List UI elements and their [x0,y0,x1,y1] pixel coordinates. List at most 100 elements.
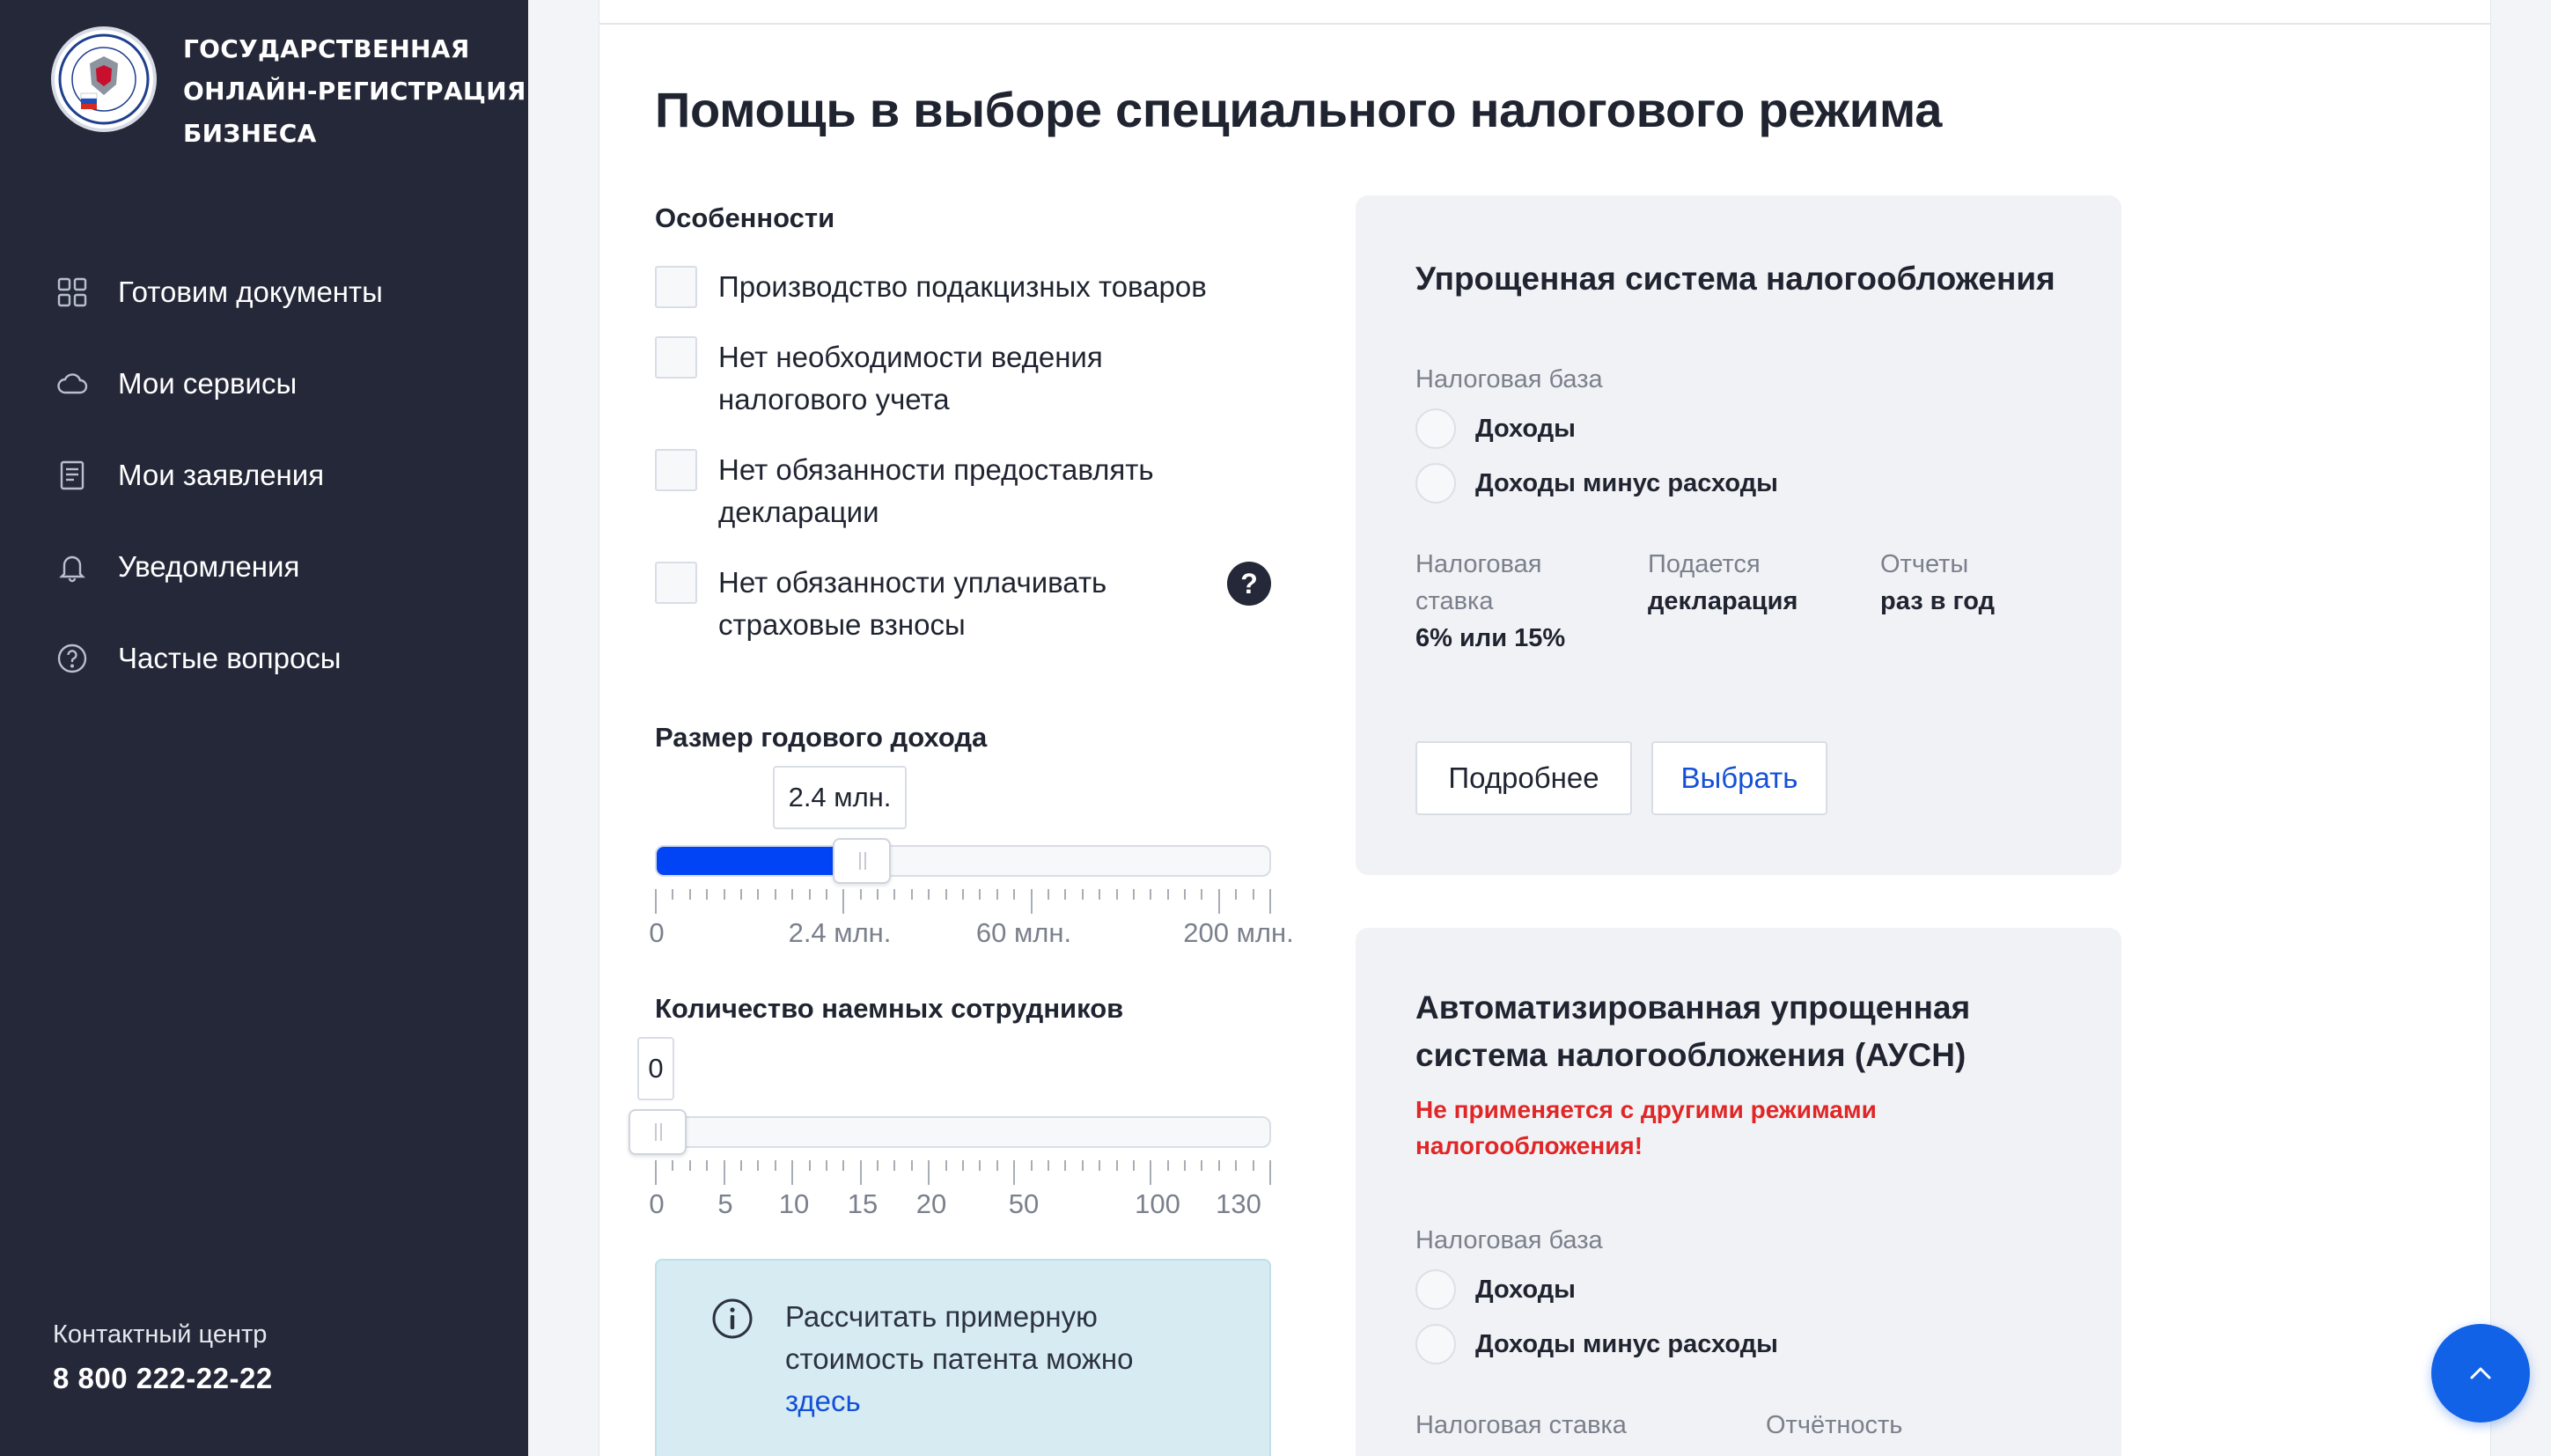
tax-base-option-income-minus-expenses[interactable]: Доходы минус расходы [1415,1324,1778,1364]
income-slider-thumb[interactable] [833,838,891,884]
tax-base-option-income-minus-expenses[interactable]: Доходы минус расходы [1415,463,1778,504]
feature-label: Нет обязанности предоставлять декларации [718,453,1154,528]
slider-tick [842,1160,844,1171]
slider-tick [740,889,742,900]
slider-tick [757,1160,759,1171]
contact-label: Контактный центр [53,1320,268,1349]
slider-tick [1253,1160,1254,1171]
slider-tick [724,1160,725,1185]
info-icon [712,1298,753,1339]
radio-label: Доходы минус расходы [1475,1329,1778,1358]
fns-emblem-logo [51,26,157,132]
feature-row-no-tax-accounting[interactable]: Нет необходимости ведения налогового уче… [655,336,1211,421]
slider-tick [842,889,844,914]
income-tick-label: 60 млн. [975,917,1072,948]
slider-tick [1253,889,1254,900]
slider-tick [775,1160,776,1171]
slider-tick [945,889,947,900]
employees-tick-label: 100 [1135,1188,1180,1219]
sidebar-item-label: Готовим документы [118,276,383,308]
slider-tick [672,889,673,900]
tax-base-option-income[interactable]: Доходы [1415,1269,1576,1310]
filed-value: декларация [1648,587,1798,615]
page-title: Помощь в выборе специального налогового … [655,82,1943,137]
slider-tick [1218,889,1220,914]
slider-tick [672,1160,673,1171]
employees-tick-label: 5 [717,1188,733,1219]
income-slider-title: Размер годового дохода [655,722,988,753]
tax-base-option-income[interactable]: Доходы [1415,408,1576,449]
slider-tick [740,1160,742,1171]
feature-checkbox[interactable] [655,336,697,379]
patent-calc-link[interactable]: здесь [785,1385,861,1417]
slider-tick [689,889,691,900]
sidebar-item-notifications[interactable]: Уведомления [55,521,383,613]
details-button[interactable]: Подробнее [1415,741,1632,815]
reports-label: Отчеты [1880,550,1969,578]
sidebar-item-applications[interactable]: Мои заявления [55,430,383,521]
tax-rate-label: Налоговая ставка [1415,550,1542,615]
sidebar-item-documents[interactable]: Готовим документы [55,246,383,338]
slider-tick [724,889,725,900]
radio-label: Доходы [1475,1275,1576,1304]
radio-button[interactable] [1415,1324,1456,1364]
slider-tick [1082,1160,1084,1171]
employees-tick-label: 50 [1008,1188,1040,1219]
info-text: Рассчитать примерную стоимость патента м… [785,1296,1225,1423]
choose-button[interactable]: Выбрать [1651,741,1827,815]
reports-value: раз в год [1880,587,1995,615]
slider-tick [809,1160,811,1171]
employees-tick-label: 130 [1216,1188,1261,1219]
slider-tick [1013,1160,1015,1185]
slider-tick [1201,1160,1202,1171]
employees-slider-track[interactable] [655,1116,1271,1148]
feature-checkbox[interactable] [655,266,697,308]
slider-tick [706,1160,708,1171]
bell-icon [55,549,90,585]
slider-tick [1201,889,1202,900]
income-slider-fill [657,847,842,875]
top-divider [599,23,2491,25]
regime-card-title: Упрощенная система налогообложения [1415,261,2055,297]
feature-row-excise[interactable]: Производство подакцизных товаров [655,266,1211,308]
employees-slider-thumb[interactable] [629,1109,687,1155]
employees-slider-ticks [655,1160,1271,1190]
radio-button[interactable] [1415,1269,1456,1310]
radio-label: Доходы [1475,414,1576,443]
slider-tick [775,889,776,900]
slider-tick [1167,889,1169,900]
help-icon[interactable]: ? [1227,562,1271,606]
feature-row-no-declarations[interactable]: Нет обязанности предоставлять декларации [655,449,1211,533]
income-slider-track[interactable] [655,845,1271,877]
info-message: Рассчитать примерную стоимость патента м… [785,1300,1134,1375]
slider-tick [1099,889,1100,900]
radio-button[interactable] [1415,408,1456,449]
sidebar-item-label: Уведомления [118,550,300,583]
document-list-icon [55,458,90,493]
regime-card-title: Автоматизированная упрощенная система на… [1415,989,1971,1073]
sidebar-item-faq[interactable]: Частые вопросы [55,613,383,704]
tax-base-label: Налоговая база [1415,365,1603,393]
slider-tick [1082,889,1084,900]
filed-label: Подается [1648,550,1761,578]
radio-button[interactable] [1415,463,1456,504]
slider-tick [1116,889,1118,900]
contact-phone[interactable]: 8 800 222-22-22 [53,1362,273,1395]
brand[interactable]: Государственная онлайн-регистрация бизне… [51,26,526,155]
feature-checkbox[interactable] [655,562,697,604]
slider-tick [928,889,930,900]
slider-tick [1031,889,1033,914]
slider-tick [1031,1160,1033,1171]
feature-label: Нет обязанности уплачивать страховые взн… [718,566,1107,641]
feature-row-no-insurance[interactable]: Нет обязанности уплачивать страховые взн… [655,562,1211,646]
income-tick-label: 2.4 млн. [788,917,892,948]
scroll-to-top-button[interactable] [2431,1324,2530,1423]
slider-tick [1013,889,1015,900]
sidebar-item-services[interactable]: Мои сервисы [55,338,383,430]
cloud-icon [55,366,90,401]
slider-tick [689,1160,691,1171]
employees-tick-label: 10 [778,1188,810,1219]
feature-checkbox[interactable] [655,449,697,491]
slider-tick [1150,1160,1151,1185]
question-circle-icon [55,641,90,676]
